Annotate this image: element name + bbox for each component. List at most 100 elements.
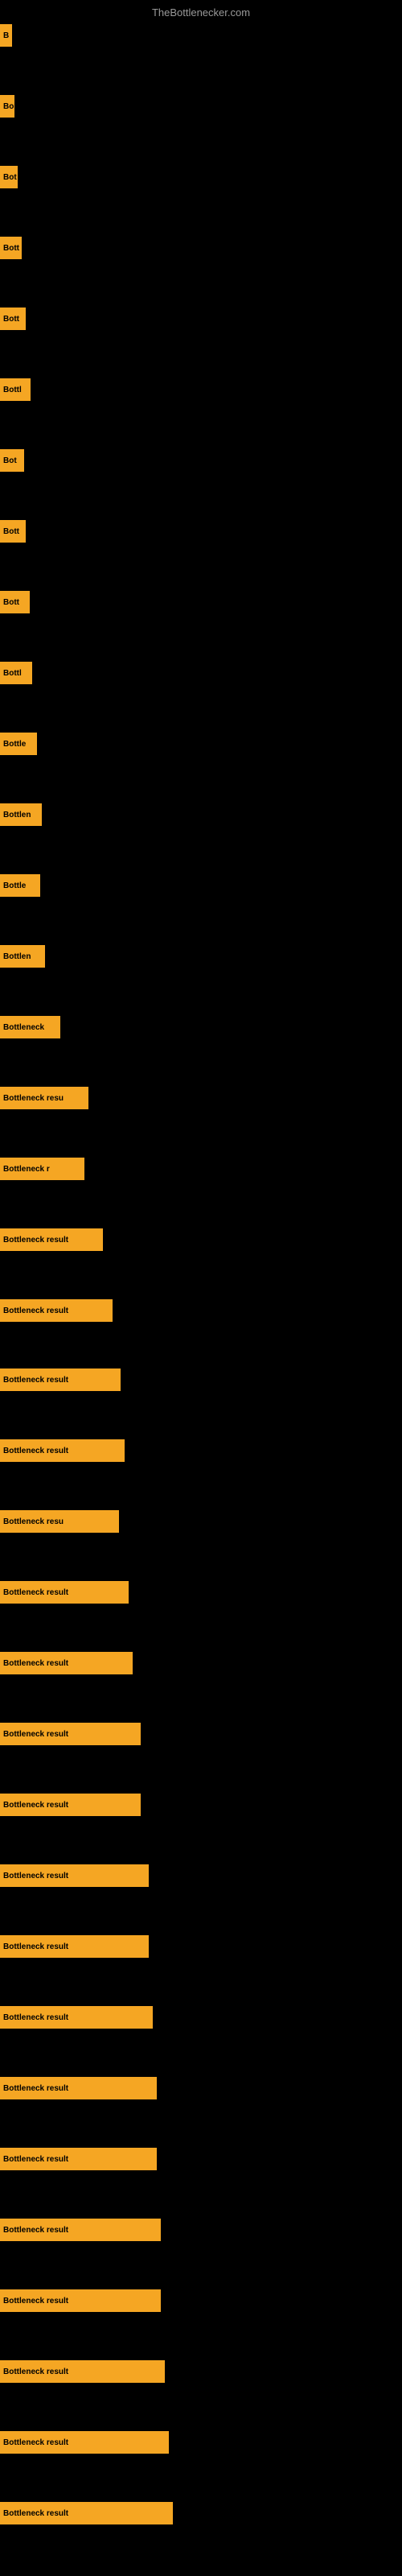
bar-item: Bottlen [0, 945, 45, 968]
bar-fill: Bottleneck result [0, 1794, 141, 1816]
bar-label: Bot [3, 173, 17, 182]
bar-fill: Bottle [0, 733, 37, 755]
bar-fill: Bottleneck result [0, 1864, 149, 1887]
bar-fill: Bott [0, 237, 22, 259]
bar-label: Bottleneck result [3, 2368, 68, 2376]
bar-label: Bottl [3, 386, 22, 394]
bar-item: Bottleneck result [0, 1794, 141, 1816]
site-title: TheBottlenecker.com [152, 6, 250, 19]
bar-label: Bottle [3, 881, 26, 890]
bar-item: Bottle [0, 733, 37, 755]
bar-item: Bottleneck result [0, 1723, 141, 1745]
bar-label: Bo [3, 102, 14, 111]
bar-label: Bottl [3, 669, 22, 678]
bar-item: Bottl [0, 662, 32, 684]
bar-item: Bottleneck result [0, 1228, 103, 1251]
bar-fill: Bottleneck result [0, 1652, 133, 1674]
bar-label: Bottleneck result [3, 1942, 68, 1951]
bar-fill: Bott [0, 591, 30, 613]
bar-label: Bottleneck result [3, 2013, 68, 2022]
bar-label: Bottleneck result [3, 1801, 68, 1810]
bar-label: Bott [3, 244, 19, 253]
bar-fill: Bottleneck result [0, 1439, 125, 1462]
bar-label: Bott [3, 598, 19, 607]
bar-fill: Bottleneck result [0, 2289, 161, 2312]
bar-fill: Bottleneck result [0, 2360, 165, 2383]
bar-label: Bottleneck result [3, 1659, 68, 1668]
bar-fill: Bottleneck result [0, 2006, 153, 2029]
bar-item: Bottleneck result [0, 2219, 161, 2241]
bar-fill: Bottleneck [0, 1016, 60, 1038]
bar-label: Bottleneck result [3, 1447, 68, 1455]
bar-fill: Bottleneck result [0, 2502, 173, 2524]
bar-label: Bottleneck result [3, 2226, 68, 2235]
bar-fill: Bottleneck result [0, 1299, 113, 1322]
bar-label: Bottleneck resu [3, 1094, 64, 1103]
bar-label: Bottleneck result [3, 1376, 68, 1385]
bar-fill: B [0, 24, 12, 47]
bar-fill: Bottle [0, 874, 40, 897]
bar-item: Bottleneck result [0, 2360, 165, 2383]
bar-fill: Bott [0, 308, 26, 330]
bar-item: Bot [0, 449, 24, 472]
bar-label: B [3, 31, 9, 40]
bar-fill: Bo [0, 95, 14, 118]
bar-fill: Bottleneck result [0, 2148, 157, 2170]
bar-item: Bottleneck resu [0, 1087, 88, 1109]
bar-label: Bot [3, 456, 17, 465]
bar-label: Bottlen [3, 952, 31, 961]
bar-item: Bottleneck result [0, 1439, 125, 1462]
bar-item: Bott [0, 591, 30, 613]
bar-item: Bott [0, 308, 26, 330]
bar-item: Bottleneck result [0, 2148, 157, 2170]
bar-fill: Bottleneck r [0, 1158, 84, 1180]
bar-fill: Bottleneck result [0, 1935, 149, 1958]
bar-fill: Bot [0, 449, 24, 472]
bar-fill: Bottl [0, 662, 32, 684]
bar-label: Bottleneck result [3, 2084, 68, 2093]
bar-label: Bottleneck result [3, 1730, 68, 1739]
bar-item: Bottle [0, 874, 40, 897]
bar-item: Bottleneck result [0, 2077, 157, 2099]
bar-label: Bottleneck r [3, 1165, 50, 1174]
bar-item: Bott [0, 237, 22, 259]
bar-fill: Bottleneck result [0, 2431, 169, 2454]
bar-label: Bottleneck result [3, 2297, 68, 2306]
bar-item: Bottleneck result [0, 2431, 169, 2454]
bar-item: Bot [0, 166, 18, 188]
bar-label: Bottleneck result [3, 1588, 68, 1597]
bar-item: B [0, 24, 12, 47]
bar-label: Bottleneck result [3, 2509, 68, 2518]
bar-item: Bott [0, 520, 26, 543]
bar-item: Bottleneck resu [0, 1510, 119, 1533]
bar-label: Bott [3, 527, 19, 536]
bar-fill: Bottleneck resu [0, 1510, 119, 1533]
bar-fill: Bottl [0, 378, 31, 401]
bar-item: Bottleneck result [0, 1299, 113, 1322]
bar-label: Bottleneck result [3, 1872, 68, 1880]
bar-label: Bottleneck result [3, 2155, 68, 2164]
bar-fill: Bottleneck result [0, 1368, 121, 1391]
bar-fill: Bottleneck result [0, 1723, 141, 1745]
bar-item: Bottleneck result [0, 2502, 173, 2524]
bar-fill: Bot [0, 166, 18, 188]
bar-label: Bottleneck result [3, 2438, 68, 2447]
bar-item: Bottl [0, 378, 31, 401]
bar-fill: Bott [0, 520, 26, 543]
bar-item: Bottleneck result [0, 1652, 133, 1674]
bar-label: Bottleneck result [3, 1307, 68, 1315]
bar-label: Bott [3, 315, 19, 324]
bar-fill: Bottleneck result [0, 2077, 157, 2099]
bar-label: Bottleneck result [3, 1236, 68, 1245]
bar-item: Bottleneck result [0, 1935, 149, 1958]
bar-fill: Bottleneck result [0, 1228, 103, 1251]
bar-fill: Bottlen [0, 803, 42, 826]
bar-label: Bottle [3, 740, 26, 749]
bar-label: Bottleneck resu [3, 1517, 64, 1526]
bar-item: Bottleneck result [0, 1368, 121, 1391]
bar-fill: Bottlen [0, 945, 45, 968]
bar-fill: Bottleneck result [0, 1581, 129, 1604]
bar-label: Bottleneck [3, 1023, 44, 1032]
bar-item: Bottleneck result [0, 1581, 129, 1604]
bar-item: Bottleneck result [0, 2006, 153, 2029]
